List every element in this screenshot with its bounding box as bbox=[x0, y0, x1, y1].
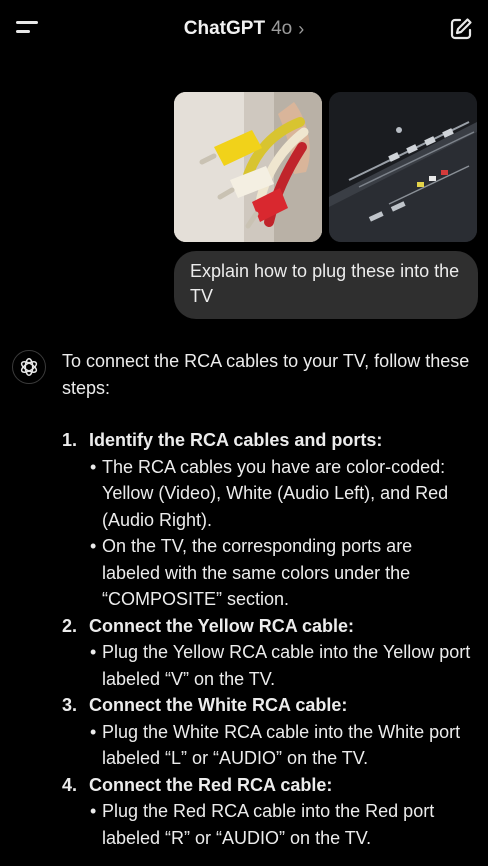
list-item: • Plug the Red RCA cable into the Red po… bbox=[89, 798, 474, 851]
list-item: • Plug the Yellow RCA cable into the Yel… bbox=[89, 639, 474, 692]
app-title: ChatGPT bbox=[183, 18, 266, 39]
new-chat-icon[interactable] bbox=[448, 16, 474, 42]
chevron-right-icon: › bbox=[298, 18, 305, 39]
step-number: 4. bbox=[62, 774, 78, 795]
step-item: 2. Connect the Yellow RCA cable: • Plug … bbox=[62, 613, 474, 693]
list-item: • Plug the White RCA cable into the Whit… bbox=[89, 719, 474, 772]
step-title: Identify the RCA cables and ports: bbox=[89, 430, 383, 450]
step-title: Connect the Yellow RCA cable: bbox=[89, 615, 355, 636]
steps-list: 1. Identify the RCA cables and ports: • … bbox=[62, 427, 474, 851]
bullet-text: Plug the Red RCA cable into the Red port… bbox=[102, 801, 435, 848]
bullet-text: Plug the Yellow RCA cable into the Yello… bbox=[102, 642, 471, 689]
step-number: 1. bbox=[62, 430, 78, 450]
menu-icon[interactable] bbox=[16, 19, 44, 39]
assistant-message: To connect the RCA cables to your TV, fo… bbox=[62, 348, 474, 851]
assistant-intro: To connect the RCA cables to your TV, fo… bbox=[62, 351, 470, 398]
top-bar: ChatGPT 4o › bbox=[0, 0, 488, 58]
step-title: Connect the White RCA cable: bbox=[89, 695, 348, 715]
bullet-text: Plug the White RCA cable into the White … bbox=[102, 721, 461, 769]
tv-ports-photo[interactable] bbox=[329, 92, 477, 242]
step-number: 2. bbox=[62, 615, 78, 636]
step-number: 3. bbox=[62, 695, 78, 715]
list-item: • On the TV, the corresponding ports are… bbox=[89, 533, 474, 613]
rca-cables-photo[interactable] bbox=[174, 92, 322, 242]
step-title: Connect the Red RCA cable: bbox=[89, 774, 333, 795]
model-name: 4o bbox=[271, 18, 293, 39]
step-item: 4. Connect the Red RCA cable: • Plug the… bbox=[62, 772, 474, 852]
user-message-text: Explain how to plug these into the TV bbox=[190, 261, 460, 306]
list-item: • The RCA cables you have are color-code… bbox=[89, 454, 474, 534]
step-item: 1. Identify the RCA cables and ports: • … bbox=[62, 427, 474, 613]
bullet-text: On the TV, the corresponding ports are l… bbox=[102, 536, 413, 609]
openai-logo-icon bbox=[12, 350, 46, 384]
step-item: 3. Connect the White RCA cable: • Plug t… bbox=[62, 692, 474, 772]
bullet-text: The RCA cables you have are color-coded:… bbox=[102, 456, 449, 530]
user-message-bubble: Explain how to plug these into the TV bbox=[174, 251, 478, 319]
model-selector[interactable]: ChatGPT 4o › bbox=[184, 18, 304, 40]
